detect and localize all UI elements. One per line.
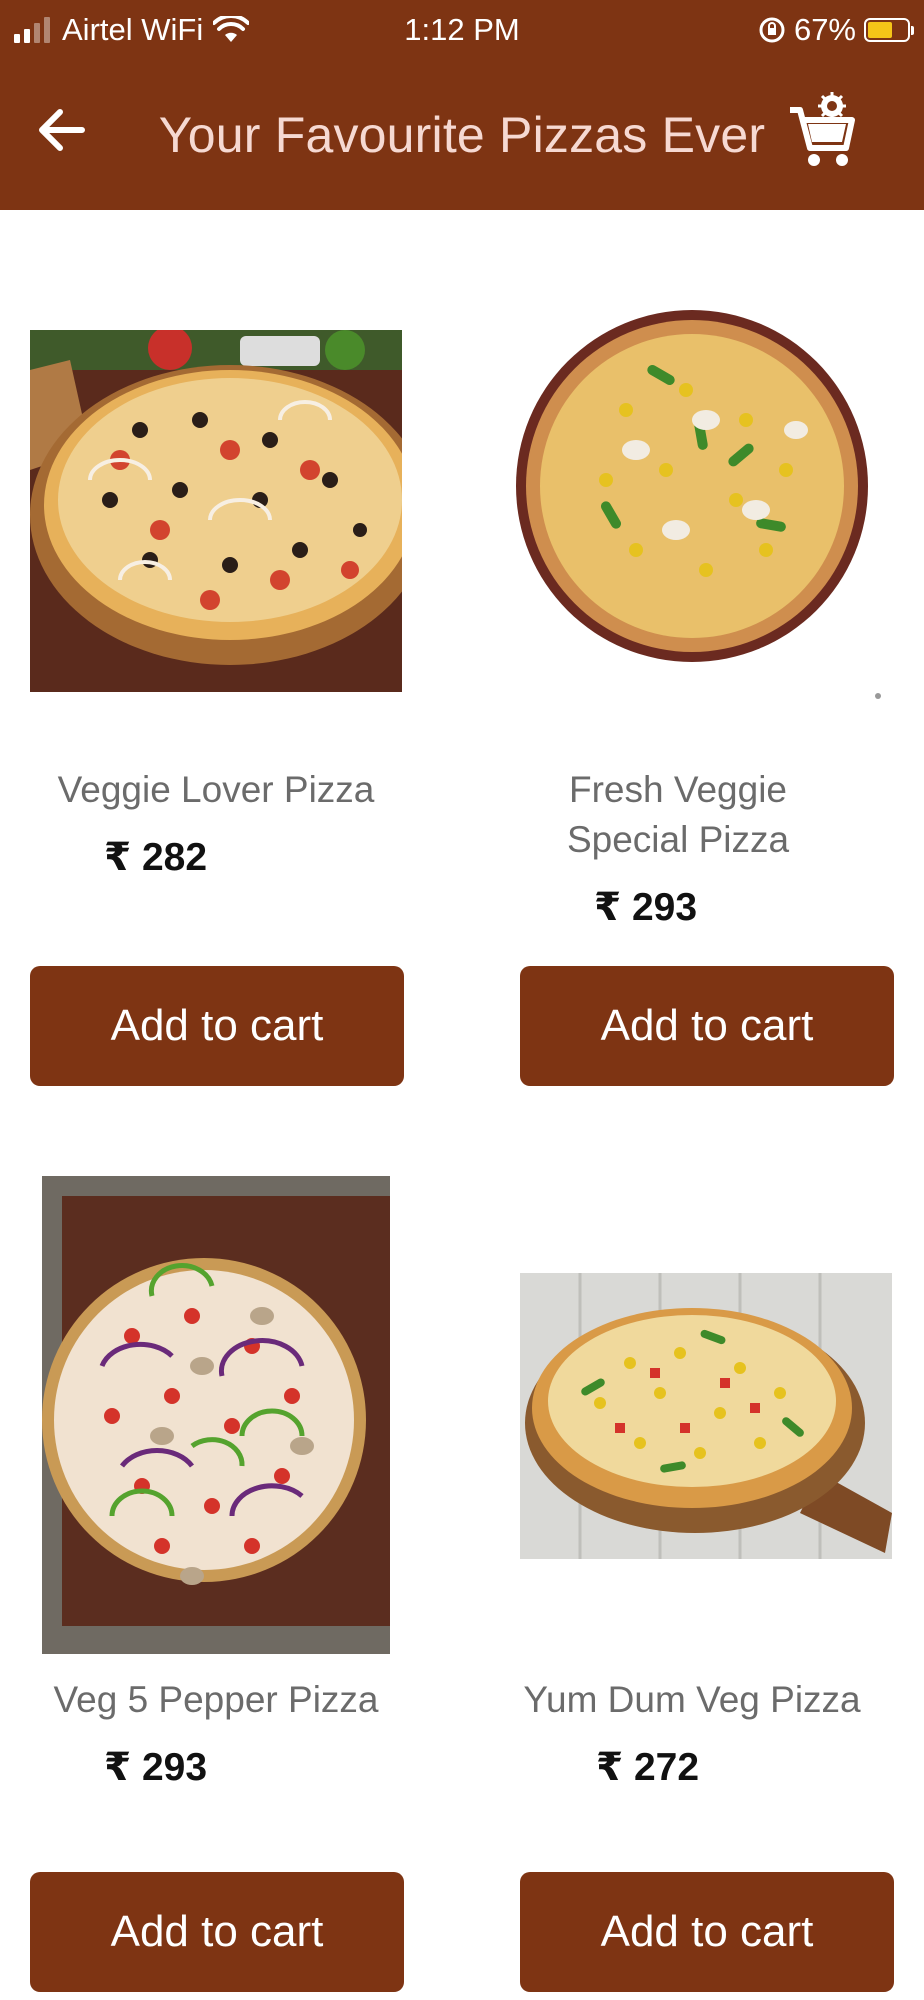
product-name: Yum Dum Veg Pizza bbox=[523, 1679, 861, 1720]
product-grid: Veggie Lover Pizza ₹ 282 Add to cart Fre… bbox=[0, 210, 924, 2000]
pizza-image[interactable] bbox=[520, 1273, 892, 1559]
product-card: Fresh Veggie Special Pizza ₹ 293 Add to … bbox=[462, 210, 924, 1090]
add-to-cart-button[interactable]: Add to cart bbox=[30, 966, 404, 1086]
shopping-cart-icon[interactable] bbox=[788, 90, 856, 174]
pizza-image[interactable] bbox=[506, 270, 888, 710]
product-name: Fresh Veggie Special Pizza bbox=[492, 765, 864, 865]
product-price: ₹ 282 bbox=[104, 836, 208, 879]
add-to-cart-button[interactable]: Add to cart bbox=[520, 966, 894, 1086]
top-bar: Airtel WiFi 1:12 PM 67% Your Favourite P… bbox=[0, 0, 924, 210]
battery-icon bbox=[864, 18, 914, 42]
status-bar: Airtel WiFi 1:12 PM 67% bbox=[0, 0, 924, 62]
add-to-cart-button[interactable]: Add to cart bbox=[520, 1872, 894, 1992]
product-name-line-1: Fresh Veggie bbox=[568, 769, 788, 810]
product-card: Veg 5 Pepper Pizza ₹ 293 Add to cart bbox=[0, 1090, 462, 2000]
battery-percent: 67% bbox=[793, 12, 856, 47]
page-title: Your Favourite Pizzas Ever bbox=[158, 107, 766, 163]
product-name: Veg 5 Pepper Pizza bbox=[53, 1679, 379, 1720]
pizza-image[interactable] bbox=[42, 1176, 390, 1654]
product-card: Yum Dum Veg Pizza ₹ 272 Add to cart bbox=[462, 1090, 924, 2000]
product-price: ₹ 272 bbox=[596, 1746, 700, 1789]
product-price: ₹ 293 bbox=[104, 1746, 208, 1789]
rotation-lock-icon bbox=[759, 17, 785, 43]
app-bar: Your Favourite Pizzas Ever bbox=[0, 62, 924, 210]
product-card: Veggie Lover Pizza ₹ 282 Add to cart bbox=[0, 210, 462, 1090]
product-price: ₹ 293 bbox=[594, 886, 698, 929]
add-to-cart-button[interactable]: Add to cart bbox=[30, 1872, 404, 1992]
product-name: Veggie Lover Pizza bbox=[57, 769, 375, 810]
pizza-image[interactable] bbox=[30, 330, 402, 692]
product-name-line-2: Special Pizza bbox=[566, 819, 790, 860]
